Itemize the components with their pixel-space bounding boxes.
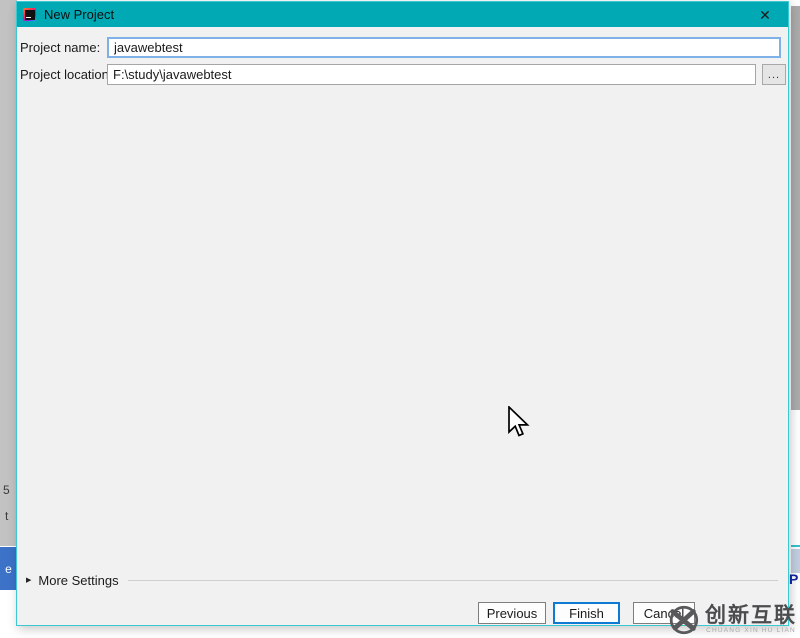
watermark: 创新互联 CHUANG XIN HU LIAN (666, 603, 797, 637)
watermark-subtext: CHUANG XIN HU LIAN (706, 627, 796, 635)
dialog-body: Project name: Project location: ... ▶ Mo… (17, 27, 788, 625)
background-text-fragment: e (5, 561, 12, 576)
background-left-panel: 5 t (0, 0, 17, 546)
browse-button[interactable]: ... (762, 64, 786, 85)
background-scrollbar (791, 6, 800, 410)
close-button[interactable]: ✕ (742, 2, 788, 27)
background-text-fragment: P (789, 571, 799, 587)
more-settings-toggle[interactable]: ▶ More Settings (26, 572, 778, 588)
mouse-cursor-icon (508, 406, 530, 437)
project-location-input[interactable] (107, 64, 756, 85)
watermark-text: 创新互联 CHUANG XIN HU LIAN (705, 605, 797, 635)
project-location-label: Project location: (20, 67, 113, 82)
project-name-input[interactable] (107, 37, 781, 58)
background-tab-fragment (791, 549, 800, 573)
watermark-brand: 创新互联 (705, 604, 797, 628)
chevron-right-icon: ▶ (26, 577, 32, 584)
more-settings-label: More Settings (38, 572, 119, 588)
new-project-dialog: New Project ✕ Project name: Project loca… (16, 1, 789, 626)
intellij-idea-icon (23, 8, 36, 21)
intellij-idea-icon-bar (26, 16, 31, 18)
finish-button[interactable]: Finish (553, 602, 620, 624)
previous-button[interactable]: Previous (478, 602, 546, 624)
dialog-title: New Project (44, 7, 115, 22)
close-icon: ✕ (759, 6, 771, 23)
screen: 5 t e P [2019-09-20 03:17:07,328] Artifa… (0, 0, 800, 638)
background-text-fragment: t (5, 509, 9, 523)
dialog-titlebar: New Project ✕ (17, 2, 788, 27)
project-name-label: Project name: (20, 40, 101, 55)
watermark-logo-icon (669, 605, 699, 635)
background-text-fragment: 5 (3, 483, 10, 497)
intellij-idea-icon-inner (24, 9, 35, 20)
background-divider-fragment (791, 545, 800, 547)
more-settings-divider (127, 579, 778, 581)
background-selected-item: e (0, 547, 17, 590)
